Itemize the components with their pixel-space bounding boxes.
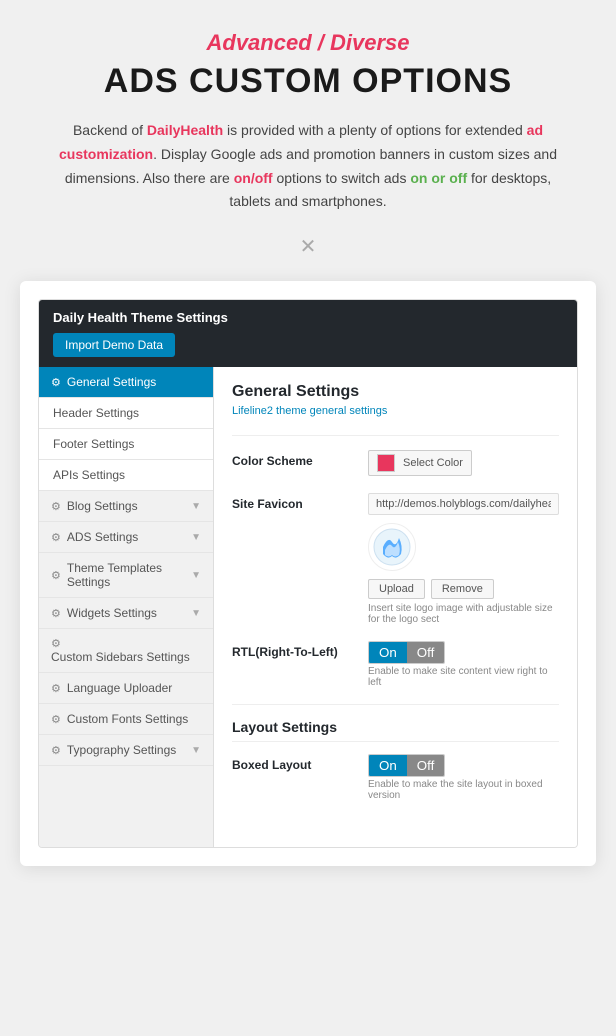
sidebar-label-footer: Footer Settings (53, 437, 134, 451)
sidebar-item-theme-templates[interactable]: Theme Templates Settings ▼ (39, 553, 213, 598)
rtl-on-button[interactable]: On (369, 642, 407, 663)
gear-icon (51, 376, 61, 389)
sidebar-label-apis: APIs Settings (53, 468, 125, 482)
remove-button[interactable]: Remove (431, 579, 494, 599)
sidebar-label-header: Header Settings (53, 406, 139, 420)
sidebar-item-widgets[interactable]: Widgets Settings ▼ (39, 598, 213, 629)
site-favicon-control: Upload Remove Insert site logo image wit… (368, 493, 559, 625)
favicon-hint: Insert site logo image with adjustable s… (368, 603, 559, 625)
divider-x: ✕ (20, 234, 596, 259)
sidebar-label-ads: ADS Settings (67, 530, 138, 544)
sidebar-label-widgets: Widgets Settings (67, 606, 157, 620)
highlight-onoff: on/off (234, 170, 273, 186)
page-wrapper: Advanced / Diverse ADS CUSTOM OPTIONS Ba… (0, 0, 616, 1036)
settings-subtitle: Lifeline2 theme general settings (232, 405, 559, 417)
main-content: General Settings Lifeline2 theme general… (214, 367, 577, 847)
favicon-url-input[interactable] (368, 493, 559, 515)
rtl-control: On Off Enable to make site content view … (368, 641, 559, 688)
sidebar-item-blog-settings[interactable]: Blog Settings ▼ (39, 491, 213, 522)
boxed-hint: Enable to make the site layout in boxed … (368, 779, 559, 801)
sidebar-item-language[interactable]: Language Uploader (39, 673, 213, 704)
sidebar-item-typography[interactable]: Typography Settings ▼ (39, 735, 213, 766)
chevron-icon-theme: ▼ (191, 570, 201, 581)
layout-section-heading: Layout Settings (232, 719, 559, 742)
desc-before-brand: Backend of (73, 122, 147, 138)
sidebar-item-footer-settings[interactable]: Footer Settings (39, 429, 213, 460)
gear-icon-widgets (51, 607, 61, 620)
gear-icon-language (51, 682, 61, 695)
boxed-layout-row: Boxed Layout On Off Enable to make the s… (232, 754, 559, 801)
topbar-title: Daily Health Theme Settings (53, 310, 228, 325)
rtl-hint: Enable to make site content view right t… (368, 666, 559, 688)
chevron-icon-ads: ▼ (191, 532, 201, 543)
highlight-on-or-off: on or off (410, 170, 467, 186)
site-favicon-label: Site Favicon (232, 493, 352, 511)
subtitle: Advanced / Diverse (20, 30, 596, 56)
sidebar-label-language: Language Uploader (67, 681, 172, 695)
color-swatch (377, 454, 395, 472)
description: Backend of DailyHealth is provided with … (48, 119, 568, 214)
boxed-toggle-group: On Off (368, 754, 445, 777)
rtl-row: RTL(Right-To-Left) On Off Enable to make… (232, 641, 559, 688)
sidebar-item-custom-fonts[interactable]: Custom Fonts Settings (39, 704, 213, 735)
boxed-on-button[interactable]: On (369, 755, 407, 776)
logo-preview (368, 523, 416, 571)
sidebar-label-typography: Typography Settings (67, 743, 176, 757)
logo-buttons: Upload Remove (368, 579, 559, 599)
rtl-off-button[interactable]: Off (407, 642, 445, 663)
header-section: Advanced / Diverse ADS CUSTOM OPTIONS Ba… (20, 30, 596, 214)
select-color-label: Select Color (403, 457, 463, 469)
sidebar-item-general-settings[interactable]: General Settings (39, 367, 213, 398)
browser-body: General Settings Header Settings Footer … (39, 367, 577, 847)
section-divider-1 (232, 435, 559, 436)
gear-icon-theme (51, 569, 61, 582)
select-color-button[interactable]: Select Color (368, 450, 472, 476)
browser-mockup: Daily Health Theme Settings Import Demo … (38, 299, 578, 848)
sidebar-label-fonts: Custom Fonts Settings (67, 712, 188, 726)
gear-icon-typography (51, 744, 61, 757)
chevron-icon-blog: ▼ (191, 501, 201, 512)
gear-icon-sidebars (51, 637, 61, 650)
desc-end1: options to switch ads (273, 170, 411, 186)
sidebar-label-theme: Theme Templates Settings (67, 561, 191, 589)
main-title: ADS CUSTOM OPTIONS (20, 62, 596, 101)
section-divider-2 (232, 704, 559, 705)
brand-name: DailyHealth (147, 122, 223, 138)
sidebar-label-blog: Blog Settings (67, 499, 138, 513)
boxed-layout-label: Boxed Layout (232, 754, 352, 772)
rtl-label: RTL(Right-To-Left) (232, 641, 352, 659)
sidebar-item-apis-settings[interactable]: APIs Settings (39, 460, 213, 491)
desc-after-brand: is provided with a plenty of options for… (223, 122, 527, 138)
gear-icon-blog (51, 500, 61, 513)
sidebar-item-custom-sidebars[interactable]: Custom Sidebars Settings (39, 629, 213, 673)
logo-svg (373, 528, 411, 566)
boxed-layout-control: On Off Enable to make the site layout in… (368, 754, 559, 801)
sidebar-item-ads-settings[interactable]: ADS Settings ▼ (39, 522, 213, 553)
screenshot-card: Daily Health Theme Settings Import Demo … (20, 281, 596, 866)
sidebar-label-general: General Settings (67, 375, 156, 389)
browser-topbar: Daily Health Theme Settings Import Demo … (39, 300, 577, 367)
gear-icon-fonts (51, 713, 61, 726)
sidebar-item-header-settings[interactable]: Header Settings (39, 398, 213, 429)
chevron-icon-widgets: ▼ (191, 608, 201, 619)
color-scheme-control: Select Color (368, 450, 559, 477)
sidebar: General Settings Header Settings Footer … (39, 367, 214, 847)
boxed-off-button[interactable]: Off (407, 755, 445, 776)
sidebar-label-sidebars: Custom Sidebars Settings (51, 650, 190, 664)
site-favicon-row: Site Favicon (232, 493, 559, 625)
rtl-toggle-group: On Off (368, 641, 445, 664)
import-demo-button[interactable]: Import Demo Data (53, 333, 175, 357)
color-scheme-row: Color Scheme Select Color (232, 450, 559, 477)
color-scheme-label: Color Scheme (232, 450, 352, 468)
gear-icon-ads (51, 531, 61, 544)
upload-button[interactable]: Upload (368, 579, 425, 599)
settings-title: General Settings (232, 383, 559, 401)
chevron-icon-typography: ▼ (191, 745, 201, 756)
